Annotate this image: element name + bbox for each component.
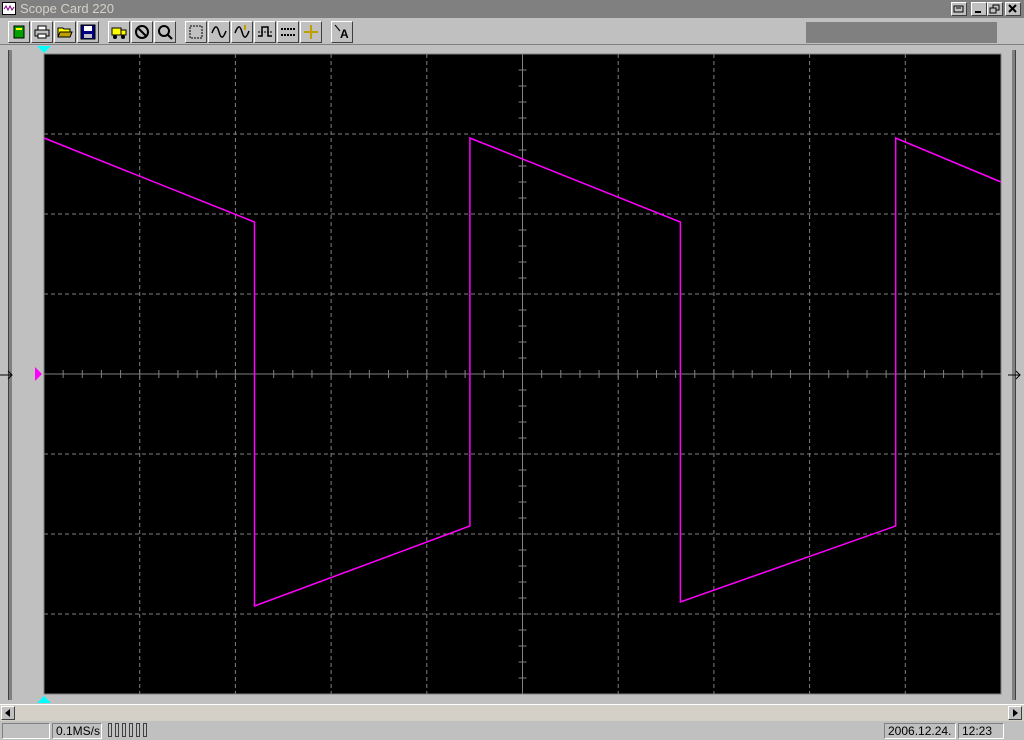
channel-ground-marker: [35, 367, 42, 381]
status-segment: [115, 723, 119, 737]
date-display: 2006.12.24.: [884, 723, 956, 739]
oscilloscope-screen[interactable]: [0, 0, 1024, 740]
trigger-position-marker-bottom: [37, 696, 51, 703]
arrow-right-icon: [1013, 709, 1018, 717]
status-segment: [143, 723, 147, 737]
sample-rate-display: 0.1MS/s: [52, 723, 102, 739]
status-segment: [122, 723, 126, 737]
status-segment: [108, 723, 112, 737]
status-segment: [129, 723, 133, 737]
status-panel-empty: [2, 723, 50, 739]
trigger-position-marker-top: [37, 46, 51, 53]
left-level-arrow: [0, 370, 13, 380]
graticule: [43, 53, 1002, 695]
scroll-left-button[interactable]: [1, 706, 15, 720]
scroll-right-button[interactable]: [1008, 706, 1022, 720]
status-bar: 0.1MS/s 2006.12.24. 12:23: [0, 721, 1024, 740]
arrow-left-icon: [5, 709, 10, 717]
status-segment: [136, 723, 140, 737]
horizontal-scrollbar[interactable]: [0, 704, 1024, 721]
time-display: 12:23: [958, 723, 1004, 739]
right-level-arrow: [1008, 370, 1021, 380]
